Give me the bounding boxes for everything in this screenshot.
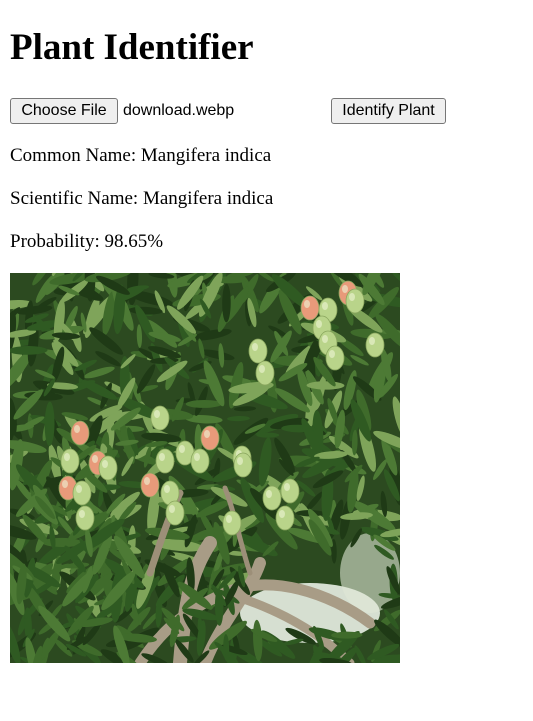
probability-line: Probability: 98.65% <box>10 231 163 253</box>
scientific-name-line: Scientific Name: Mangifera indica <box>10 188 273 210</box>
probability-value: 98.65% <box>104 231 164 252</box>
mango-tree-illustration <box>10 273 400 663</box>
plant-photo <box>10 273 400 663</box>
upload-form: Choose File download.webp Identify Plant <box>10 98 470 124</box>
common-name-label: Common Name: <box>10 145 137 166</box>
probability-label: Probability: <box>10 231 100 252</box>
common-name-value: Mangifera indica <box>140 145 272 166</box>
selected-file-name: download.webp <box>123 102 235 119</box>
scientific-name-value: Mangifera indica <box>142 188 274 209</box>
scientific-name-label: Scientific Name: <box>10 188 139 209</box>
choose-file-button[interactable]: Choose File <box>10 98 118 124</box>
page-title: Plant Identifier <box>10 27 254 68</box>
common-name-line: Common Name: Mangifera indica <box>10 145 271 167</box>
page: Plant Identifier Choose File download.we… <box>0 0 533 721</box>
identify-plant-button[interactable]: Identify Plant <box>331 98 446 124</box>
